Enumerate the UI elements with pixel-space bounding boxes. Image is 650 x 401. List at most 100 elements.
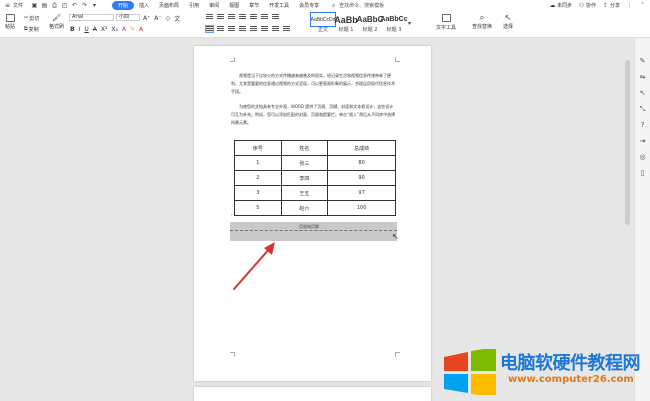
select-button[interactable]: ↖ 选择 — [503, 13, 513, 30]
quick-access-more-icon[interactable]: ▾ — [91, 2, 98, 9]
table-header-cell[interactable]: 序号 — [234, 140, 282, 156]
justify-icon[interactable] — [239, 26, 246, 32]
tab-home[interactable]: 开始 — [112, 1, 135, 10]
font-size-select[interactable]: 小四 — [116, 14, 140, 21]
format-painter-label: 格式刷 — [49, 24, 65, 30]
paragraph-mark-icon: ↵ — [231, 212, 235, 217]
underline-icon[interactable]: U — [84, 26, 88, 33]
select-arrow-icon: ↖ — [504, 13, 512, 22]
font-color-icon[interactable]: A — [139, 26, 143, 33]
sync-status[interactable]: ☁ 未同步 — [549, 2, 572, 9]
distribute-icon[interactable] — [250, 26, 257, 32]
style-gallery-more-icon[interactable]: ▾ — [406, 20, 413, 27]
font-name-select[interactable]: Arial — [69, 14, 114, 21]
print-preview-icon[interactable]: ◰ — [61, 2, 68, 9]
book-icon[interactable]: ▯ — [639, 169, 647, 177]
undo-icon[interactable]: ↶ — [71, 2, 78, 9]
shading-icon[interactable] — [272, 26, 279, 32]
table-header-cell[interactable]: 姓名 — [280, 140, 329, 156]
table-header-row: 序号 姓名 总成绩 — [234, 140, 396, 156]
tab-references[interactable]: 引用 — [184, 1, 204, 10]
decrease-indent-icon[interactable] — [228, 14, 235, 20]
table-cell[interactable]: 1 — [234, 155, 282, 171]
share-button[interactable]: ⇪ 分享 — [602, 2, 620, 9]
table-cell[interactable]: 97 — [327, 185, 396, 201]
superscript-icon[interactable]: X² — [101, 26, 108, 33]
style-heading-3[interactable]: AaBbCc 标题 3 — [380, 13, 407, 36]
chinese-layout-icon[interactable] — [250, 14, 257, 20]
next-document-page[interactable] — [194, 387, 431, 401]
cut-button[interactable]: ✂ 剪切 — [24, 15, 39, 22]
increase-indent-icon[interactable] — [239, 14, 246, 20]
paste-button[interactable]: 粘贴 — [5, 14, 15, 30]
print-icon[interactable]: ⎙ — [51, 2, 58, 9]
find-replace-button[interactable]: ⌕ 查找替换 — [472, 13, 492, 31]
style-heading-2[interactable]: AaBbC 标题 2 — [357, 13, 384, 36]
subscript-icon[interactable]: X₂ — [111, 26, 118, 33]
document-page[interactable]: 视频是当下比较火的方式传播越来越普及的现实，给记录生活和视频信息传递带来了便利。… — [194, 46, 431, 381]
align-right-icon[interactable] — [228, 26, 235, 32]
redo-icon[interactable]: ↷ — [81, 2, 88, 9]
collab-button[interactable]: ⚇ 协作 — [578, 2, 596, 9]
collapse-ribbon-icon[interactable]: ˄ — [639, 2, 646, 9]
text-tool-button[interactable]: 文字工具 — [436, 14, 456, 31]
adjust-icon[interactable]: ⇋ — [639, 73, 647, 81]
copy-button[interactable]: ⧉ 复制 — [24, 26, 39, 33]
tab-developer[interactable]: 开发工具 — [264, 1, 294, 10]
command-search[interactable]: ⌕ 查找命令、搜索模板 — [330, 2, 384, 10]
shrink-font-icon[interactable]: A⁻ — [154, 15, 161, 22]
highlight-icon[interactable]: A — [122, 26, 126, 33]
score-table[interactable]: 序号 姓名 总成绩 1 张三 80 2 李四 90 3 王五 97 5 赵六 1… — [234, 140, 396, 216]
bold-icon[interactable]: B — [70, 26, 75, 33]
font-style-tools: B I U A X² X₂ A ✎ A — [70, 26, 143, 33]
table-cell[interactable]: 90 — [327, 170, 396, 186]
format-painter-button[interactable]: 🖌 格式刷 — [49, 14, 64, 30]
align-left-icon[interactable] — [205, 25, 214, 33]
table-cell[interactable]: 张三 — [280, 155, 329, 171]
table-cell[interactable]: 80 — [327, 155, 396, 171]
table-cell[interactable]: 5 — [234, 200, 282, 216]
pointer-icon[interactable]: ↖ — [639, 89, 647, 97]
table-header-cell[interactable]: 总成绩 — [327, 140, 396, 156]
bullets-icon[interactable] — [206, 14, 213, 20]
transform-icon[interactable]: ⤡ — [639, 105, 647, 113]
table-cell[interactable]: 3 — [234, 185, 282, 201]
table-cell[interactable]: 赵六 — [280, 200, 329, 216]
save-icon[interactable]: ▣ — [31, 2, 38, 9]
paragraph-1[interactable]: 视频是当下比较火的方式传播越来越普及的现实，给记录生活和视频信息传递带来了便利。… — [231, 72, 397, 96]
numbering-icon[interactable] — [217, 14, 224, 20]
table-cell[interactable]: 李四 — [280, 170, 329, 186]
tab-member[interactable]: 会员专享 — [294, 1, 324, 10]
align-center-icon[interactable] — [217, 26, 224, 32]
tab-section[interactable]: 章节 — [244, 1, 264, 10]
show-marks-icon[interactable] — [272, 14, 279, 20]
cut-label: 剪切 — [29, 16, 40, 22]
export-pdf-icon[interactable]: ▤ — [41, 2, 48, 9]
tab-view[interactable]: 视图 — [224, 1, 244, 10]
tab-review[interactable]: 审阅 — [204, 1, 224, 10]
table-cell[interactable]: 王五 — [280, 185, 329, 201]
tab-page-layout[interactable]: 页面布局 — [154, 1, 184, 10]
clear-format-icon[interactable]: ◇ — [166, 15, 171, 22]
vertical-scrollbar[interactable] — [625, 60, 630, 225]
table-cell[interactable]: 2 — [234, 170, 282, 186]
style-normal[interactable]: AaBbCcDd 正文 — [309, 12, 337, 36]
italic-icon[interactable]: I — [79, 26, 81, 33]
edit-icon[interactable]: ✎ — [639, 57, 647, 65]
location-icon[interactable]: ◎ — [639, 153, 647, 161]
file-menu[interactable]: ≡ 文件 — [4, 2, 23, 9]
highlight-color-icon[interactable]: ✎ — [130, 26, 135, 33]
sort-icon[interactable] — [261, 14, 268, 20]
style-heading-1[interactable]: AaBb 标题 1 — [334, 13, 358, 36]
help-icon[interactable]: ? — [639, 121, 647, 129]
line-spacing-icon[interactable] — [261, 26, 268, 32]
paragraph-2[interactable]: 为使您的文档具有专业外观，WORD 提供了页眉、页脚、封面和文本框设计，这些设计… — [231, 103, 397, 127]
export-icon[interactable]: ⇥ — [639, 137, 647, 145]
tab-insert[interactable]: 插入 — [134, 1, 154, 10]
table-cell[interactable]: 100 — [327, 200, 396, 216]
strikethrough-icon[interactable]: A — [93, 26, 97, 33]
grow-font-icon[interactable]: A⁺ — [143, 15, 150, 22]
phonetic-icon[interactable]: 文 — [174, 14, 180, 23]
more-icon[interactable]: ⋮ — [626, 2, 633, 9]
borders-icon[interactable] — [283, 26, 290, 32]
